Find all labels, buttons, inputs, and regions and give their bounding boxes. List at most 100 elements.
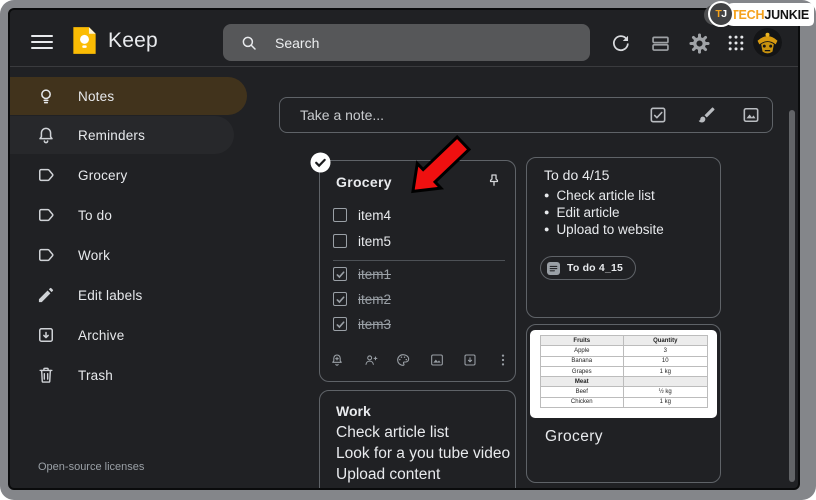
- note-text-line: Upload content: [336, 466, 441, 483]
- sidebar-item-archive[interactable]: Archive: [10, 316, 250, 354]
- techjunkie-watermark: TECH JUNKIE TJ: [702, 1, 814, 29]
- label-tag-icon: [36, 165, 56, 185]
- search-input[interactable]: [273, 33, 557, 52]
- archive-icon: [36, 325, 56, 345]
- table-cell: 1 kg: [623, 396, 708, 409]
- sidebar-item-label: Edit labels: [78, 287, 143, 303]
- add-collaborator-icon[interactable]: [363, 352, 379, 368]
- watermark-banner: TECH JUNKIE: [722, 3, 814, 26]
- sidebar-item-edit-labels[interactable]: Edit labels: [10, 276, 250, 314]
- label-chip-todo[interactable]: To do 4_15: [540, 256, 637, 280]
- pencil-icon: [36, 285, 56, 305]
- sidebar-item-work[interactable]: Work: [10, 236, 250, 274]
- pin-icon[interactable]: [485, 172, 503, 190]
- sidebar-item-todo[interactable]: To do: [10, 196, 250, 234]
- note-title: Grocery: [336, 174, 392, 190]
- composer-placeholder: Take a note...: [300, 107, 385, 123]
- label-tag-icon: [36, 205, 56, 225]
- table-cell: 10: [623, 355, 708, 367]
- account-avatar[interactable]: [753, 28, 782, 57]
- note-card-todo[interactable]: To do 4/15 Check article list Edit artic…: [526, 157, 721, 318]
- table-cell: Beef: [539, 386, 624, 398]
- search-bar[interactable]: [223, 24, 590, 61]
- checklist-item-text: item3: [358, 316, 392, 332]
- trash-icon: [36, 365, 56, 385]
- app-title: Keep: [108, 29, 158, 52]
- lightbulb-icon: [36, 86, 56, 106]
- checklist-item-text: item1: [358, 266, 392, 282]
- checklist-item-done: item2: [333, 291, 391, 307]
- techjunkie-logo-icon: TJ: [708, 1, 734, 27]
- table-section-cell: Meat: [539, 376, 624, 388]
- google-apps-grid-icon[interactable]: [724, 31, 748, 55]
- note-bullet-line: Check article list: [544, 188, 654, 203]
- checklist-item: item4: [333, 207, 391, 223]
- view-toggle-icon[interactable]: [648, 31, 672, 55]
- checkbox-checked[interactable]: [333, 292, 347, 306]
- color-palette-icon[interactable]: [395, 352, 411, 368]
- note-bullet-line: Edit article: [544, 205, 619, 220]
- checklist-divider: [333, 260, 505, 261]
- note-text-line: Look for a you tube video: [336, 445, 511, 462]
- watermark-junkie-text: JUNKIE: [764, 7, 809, 22]
- table-cell: 3: [623, 345, 708, 357]
- settings-gear-icon[interactable]: [687, 31, 711, 55]
- refresh-icon[interactable]: [608, 31, 632, 55]
- sidebar-item-label: To do: [78, 207, 113, 223]
- add-reminder-bell-icon[interactable]: [329, 352, 345, 368]
- sidebar-item-reminders[interactable]: Reminders: [10, 116, 234, 154]
- sidebar-item-label: Notes: [78, 88, 115, 104]
- checklist-item: item5: [333, 233, 391, 249]
- note-list-icon: [547, 261, 560, 275]
- main-menu-icon[interactable]: [31, 35, 53, 50]
- checkbox-unchecked[interactable]: [333, 234, 347, 248]
- sidebar-item-trash[interactable]: Trash: [10, 356, 250, 394]
- sidebar-item-grocery[interactable]: Grocery: [10, 156, 250, 194]
- sidebar-item-notes[interactable]: Notes: [10, 77, 247, 115]
- note-title: Work: [336, 403, 371, 419]
- keep-app: Keep Search Notes Reminders Grocery To d…: [8, 8, 800, 490]
- note-bullet-line: Upload to website: [544, 222, 663, 237]
- archive-note-icon[interactable]: [462, 352, 478, 368]
- open-source-licenses-link[interactable]: Open-source licenses: [38, 461, 144, 473]
- checklist-item-text: item5: [358, 233, 392, 249]
- more-options-icon[interactable]: [495, 352, 511, 368]
- note-title: Grocery: [545, 428, 603, 445]
- note-image-table: Fruits Quantity Apple 3 Banana 10 Grapes…: [530, 330, 717, 418]
- checkbox-checked[interactable]: [333, 267, 347, 281]
- checkbox-checked[interactable]: [333, 317, 347, 331]
- add-image-icon[interactable]: [429, 352, 445, 368]
- header-divider: [10, 66, 798, 67]
- table-header-cell: Quantity: [623, 334, 708, 347]
- table-header-cell: Fruits: [539, 334, 624, 347]
- note-card-grocery-table[interactable]: Fruits Quantity Apple 3 Banana 10 Grapes…: [526, 324, 721, 483]
- table-cell: Grapes: [539, 365, 624, 378]
- note-card-grocery-list[interactable]: Grocery item4 item5 item1 item2 item3: [319, 160, 516, 382]
- table-cell: [623, 376, 708, 388]
- note-text-line: Check article list: [336, 424, 449, 441]
- checklist-item-text: item2: [358, 291, 392, 307]
- label-tag-icon: [36, 245, 56, 265]
- table-cell: Chicken: [539, 396, 624, 409]
- sidebar-item-label: Grocery: [78, 167, 128, 183]
- sidebar-item-label: Trash: [78, 367, 114, 383]
- new-drawing-brush-icon[interactable]: [697, 105, 717, 125]
- checklist-item-done: item1: [333, 266, 391, 282]
- vertical-scrollbar[interactable]: [789, 110, 795, 482]
- new-image-icon[interactable]: [741, 105, 761, 125]
- new-checklist-icon[interactable]: [648, 105, 668, 125]
- watermark-tech-text: TECH: [731, 7, 765, 22]
- sidebar-item-label: Reminders: [78, 127, 146, 143]
- note-card-work[interactable]: Work Check article list Look for a you t…: [319, 390, 516, 488]
- take-a-note-bar[interactable]: Take a note...: [279, 97, 773, 133]
- checkbox-unchecked[interactable]: [333, 208, 347, 222]
- bell-icon: [36, 125, 56, 145]
- note-selected-check-icon[interactable]: [310, 152, 331, 173]
- note-title: To do 4/15: [544, 167, 610, 183]
- table-cell: 1 kg: [623, 365, 708, 378]
- table-cell: Banana: [539, 355, 624, 367]
- sidebar-item-label: Archive: [78, 327, 125, 343]
- grocery-table: Fruits Quantity Apple 3 Banana 10 Grapes…: [539, 334, 708, 409]
- window-frame: Keep Search Notes Reminders Grocery To d…: [0, 0, 816, 500]
- sidebar-item-label: Work: [78, 247, 111, 263]
